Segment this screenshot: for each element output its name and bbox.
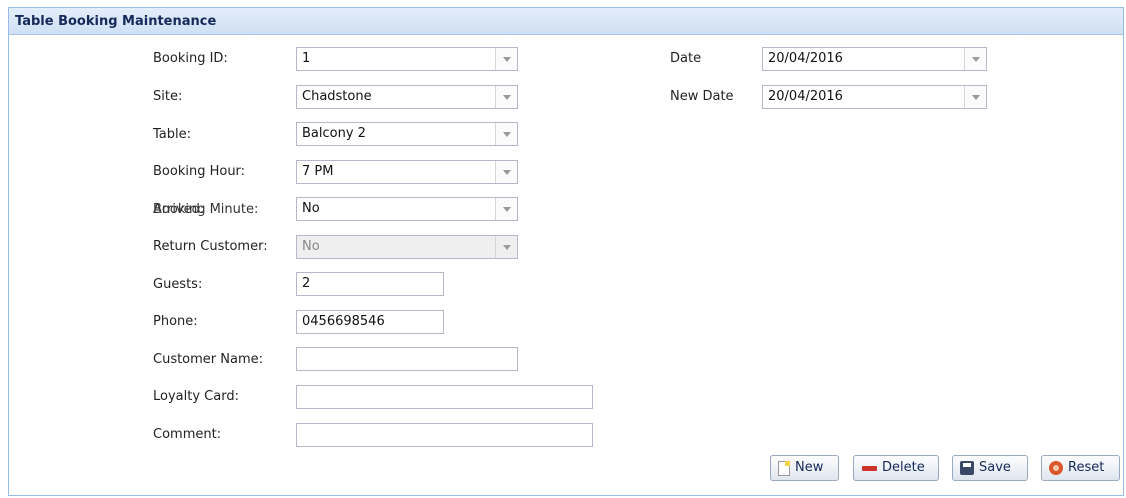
- dropdown-arrow-icon[interactable]: [495, 86, 517, 108]
- panel-title: Table Booking Maintenance: [9, 8, 1123, 35]
- dropdown-arrow-icon[interactable]: [495, 123, 517, 145]
- arrived-combo[interactable]: No: [296, 197, 518, 221]
- booking-hour-label: Booking Hour:: [153, 164, 246, 179]
- new-date-combo[interactable]: 20/04/2016: [762, 85, 987, 109]
- return-customer-value: No: [302, 239, 320, 254]
- arrived-label: Arrived:: [153, 202, 205, 217]
- comment-label: Comment:: [153, 427, 222, 442]
- booking-hour-combo[interactable]: 7 PM: [296, 160, 518, 184]
- table-value: Balcony 2: [302, 126, 366, 141]
- delete-icon: [861, 460, 877, 476]
- dropdown-arrow-icon[interactable]: [964, 86, 986, 108]
- customer-name-label: Customer Name:: [153, 352, 264, 367]
- date-label: Date: [670, 51, 702, 66]
- save-button-label: Save: [979, 460, 1011, 475]
- guests-label: Guests:: [153, 277, 203, 292]
- date-value: 20/04/2016: [768, 51, 843, 66]
- reset-button[interactable]: Reset: [1041, 455, 1120, 481]
- dropdown-arrow-icon[interactable]: [495, 48, 517, 70]
- phone-input[interactable]: 0456698546: [296, 310, 444, 334]
- dropdown-arrow-icon[interactable]: [495, 198, 517, 220]
- customer-name-input[interactable]: [296, 347, 518, 371]
- site-value: Chadstone: [302, 89, 372, 104]
- loyalty-card-label: Loyalty Card:: [153, 389, 239, 404]
- new-icon: [778, 460, 790, 476]
- booking-id-label: Booking ID:: [153, 51, 228, 66]
- dropdown-arrow-icon[interactable]: [964, 48, 986, 70]
- site-combo[interactable]: Chadstone: [296, 85, 518, 109]
- guests-input[interactable]: 2: [296, 272, 444, 296]
- table-combo[interactable]: Balcony 2: [296, 122, 518, 146]
- booking-hour-value: 7 PM: [302, 164, 334, 179]
- arrived-value: No: [302, 201, 320, 216]
- booking-id-value: 1: [302, 51, 311, 66]
- reset-icon: [1049, 461, 1063, 475]
- new-button[interactable]: New: [770, 455, 839, 481]
- return-customer-label: Return Customer:: [153, 239, 268, 254]
- return-customer-combo: No: [296, 235, 518, 259]
- date-combo[interactable]: 20/04/2016: [762, 47, 987, 71]
- booking-id-combo[interactable]: 1: [296, 47, 518, 71]
- loyalty-card-input[interactable]: [296, 385, 593, 409]
- new-date-label: New Date: [670, 89, 734, 104]
- save-icon: [960, 461, 974, 475]
- table-label: Table:: [153, 127, 191, 142]
- phone-label: Phone:: [153, 314, 198, 329]
- new-button-label: New: [795, 460, 824, 475]
- site-label: Site:: [153, 89, 183, 104]
- delete-button[interactable]: Delete: [853, 455, 939, 481]
- delete-button-label: Delete: [882, 460, 925, 475]
- dropdown-arrow-icon[interactable]: [495, 161, 517, 183]
- new-date-value: 20/04/2016: [768, 89, 843, 104]
- dropdown-arrow-icon: [495, 236, 517, 258]
- reset-button-label: Reset: [1068, 460, 1105, 475]
- comment-input[interactable]: [296, 423, 593, 447]
- save-button[interactable]: Save: [952, 455, 1028, 481]
